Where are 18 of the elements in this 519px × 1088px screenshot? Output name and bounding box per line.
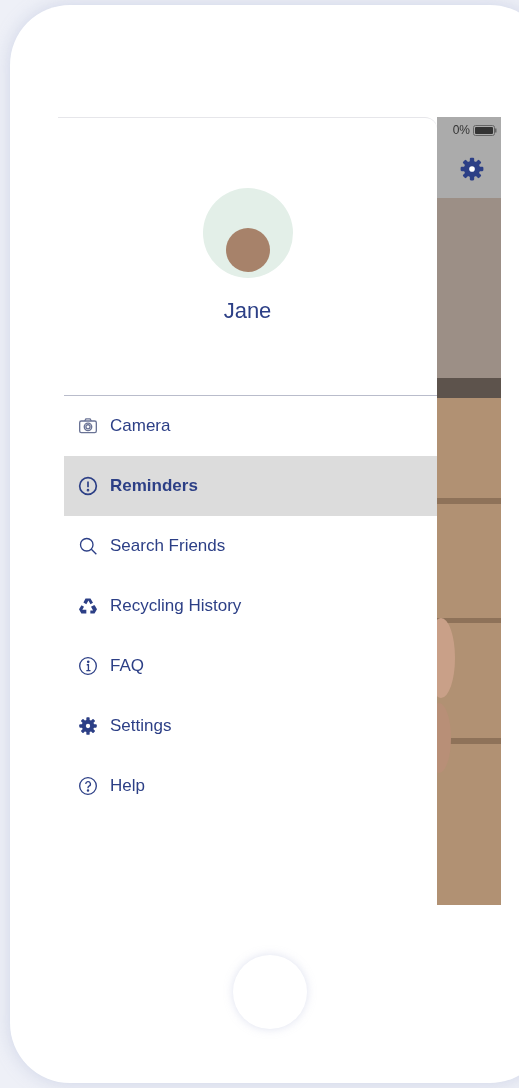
search-icon [78, 536, 98, 556]
menu-item[interactable]: Settings [64, 696, 437, 756]
user-name: Jane [223, 297, 272, 325]
menu-item[interactable]: FAQ [64, 636, 437, 696]
alert-icon [78, 476, 98, 496]
camera-icon [78, 416, 98, 436]
menu-item[interactable]: Reminders [64, 456, 437, 516]
info-icon [78, 656, 98, 676]
recycle-icon [78, 596, 98, 616]
battery-percent: 0% [452, 122, 470, 139]
help-icon [78, 776, 98, 796]
menu-item[interactable]: Camera [64, 396, 437, 456]
menu-item[interactable]: Search Friends [64, 516, 437, 576]
settings-icon [78, 716, 98, 736]
settings-icon [459, 156, 485, 182]
battery-icon [473, 124, 497, 136]
menu-item[interactable]: Recycling History [64, 576, 437, 636]
menu-item[interactable]: Help [64, 756, 437, 816]
